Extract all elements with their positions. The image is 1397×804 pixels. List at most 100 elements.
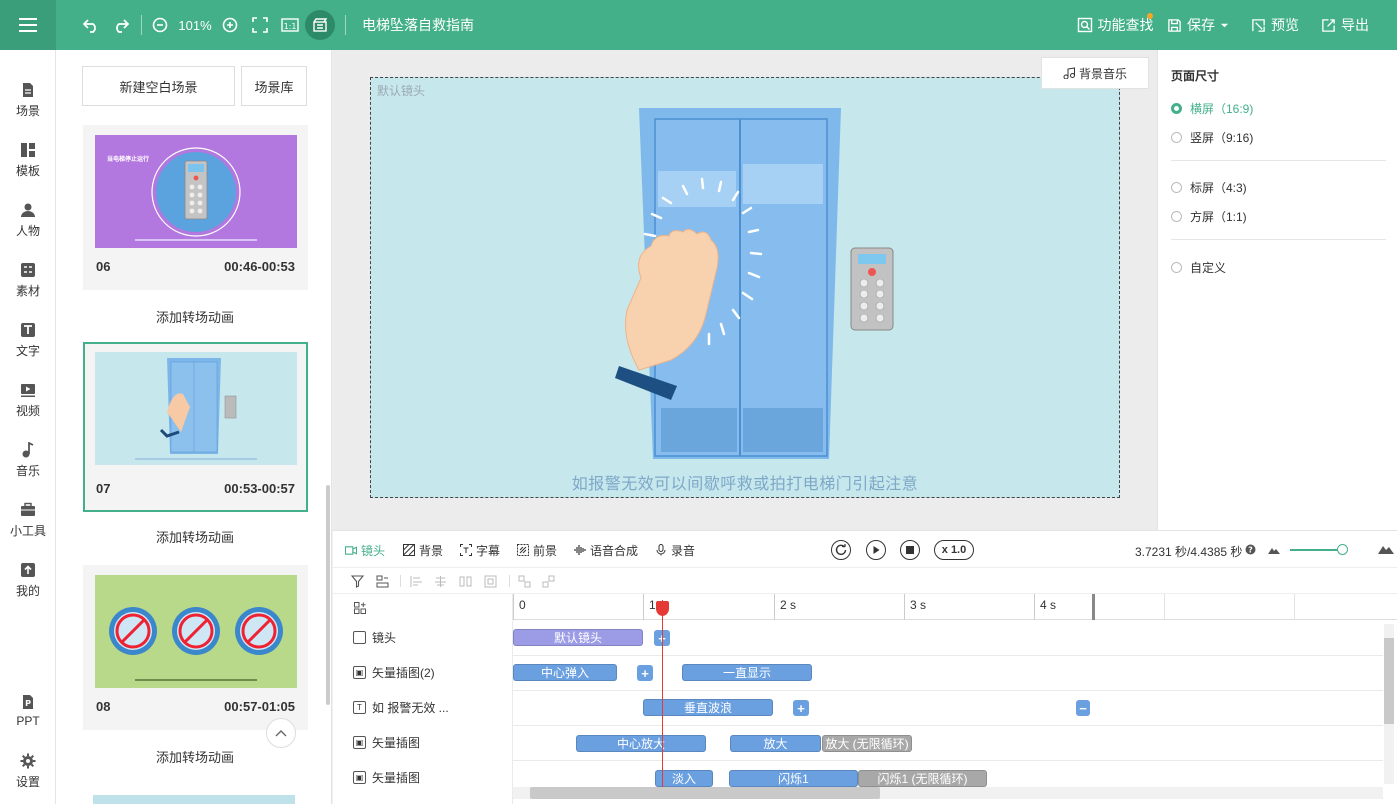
nav-music[interactable]: 音乐 <box>0 432 56 488</box>
tracks-grid-icon[interactable] <box>353 601 367 615</box>
timeline-horizontal-scrollbar[interactable] <box>530 787 880 799</box>
ruler-tick <box>513 594 514 620</box>
export-icon <box>1322 18 1335 32</box>
timeline-zoom-slider[interactable] <box>1290 549 1344 551</box>
elevator-scene-illustration <box>615 108 894 459</box>
tab-tts[interactable]: 语音合成 <box>574 531 638 569</box>
timeline-clip[interactable]: 闪烁1 <box>729 770 858 787</box>
function-search-button[interactable]: 功能查找 <box>1071 0 1159 50</box>
actual-size-button[interactable]: 1:1 <box>280 0 300 50</box>
nav-template[interactable]: 模板 <box>0 132 56 188</box>
nav-toolbox[interactable]: 小工具 <box>0 492 56 548</box>
scene-card-06[interactable]: 当电梯停止运行 06 00:46-00:53 <box>83 125 308 290</box>
person-icon <box>20 202 36 218</box>
track-label[interactable]: ▣ 矢量插图 <box>353 760 420 795</box>
radio-custom[interactable]: 自定义 <box>1171 259 1226 276</box>
background-music-button[interactable]: 背景音乐 <box>1041 57 1149 89</box>
track-label[interactable]: T 如 报警无效 ... <box>353 690 449 725</box>
background-icon <box>403 544 415 556</box>
stop-button[interactable] <box>900 540 920 560</box>
undo-button[interactable] <box>80 0 102 50</box>
camera-icon <box>345 544 357 556</box>
ruler-tick-label: 2 s <box>780 598 797 612</box>
add-clip-button[interactable]: + <box>637 665 653 681</box>
zoom-small-icon[interactable] <box>1268 545 1280 554</box>
nav-material[interactable]: 素材 <box>0 252 56 308</box>
help-icon[interactable]: ? <box>1245 544 1256 555</box>
nav-video[interactable]: 视频 <box>0 372 56 428</box>
track-label[interactable]: ▣ 矢量插图 <box>353 725 420 760</box>
timeline-clip-loop[interactable]: 放大 (无限循环) <box>822 735 912 752</box>
layers-icon[interactable] <box>375 574 389 588</box>
nav-mine[interactable]: 我的 <box>0 552 56 608</box>
play-button[interactable] <box>866 540 886 560</box>
playhead-handle[interactable] <box>656 601 669 616</box>
scene-card-08[interactable]: 08 00:57-01:05 <box>83 565 308 730</box>
video-icon <box>20 382 36 398</box>
nav-text[interactable]: 文字 <box>0 312 56 368</box>
track-label-text: 矢量插图 <box>372 771 421 785</box>
nav-ppt[interactable]: P PPT <box>0 683 56 739</box>
timeline-clip[interactable]: 放大 <box>730 735 821 752</box>
timeline-clip[interactable]: 淡入 <box>655 770 713 787</box>
tab-subtitle[interactable]: 字幕 <box>460 531 500 569</box>
scene-library-button[interactable]: 场景库 <box>241 66 307 106</box>
document-title[interactable]: 电梯坠落自救指南 <box>362 0 474 50</box>
zoom-in-button[interactable] <box>220 0 240 50</box>
subtitle-tool-button[interactable] <box>305 10 335 40</box>
radio-portrait[interactable]: 竖屏（9:16) <box>1171 129 1253 146</box>
distribute-icon <box>458 574 472 588</box>
timeline-vertical-scrollbar[interactable] <box>1384 638 1394 724</box>
nav-person[interactable]: 人物 <box>0 192 56 248</box>
radio-standard-label: 标屏（4:3) <box>1190 181 1247 195</box>
scroll-to-top-button[interactable] <box>266 718 296 748</box>
nav-settings[interactable]: 设置 <box>0 743 56 799</box>
save-button[interactable]: 保存 <box>1166 0 1230 50</box>
tab-background[interactable]: 背景 <box>403 531 443 569</box>
add-transition-link[interactable]: 添加转场动画 <box>84 527 306 546</box>
scene-card-07[interactable]: 07 00:53-00:57 <box>83 342 308 512</box>
track-label[interactable]: ▣ 矢量插图(2) <box>353 655 435 690</box>
timeline-clip[interactable]: 一直显示 <box>682 664 812 681</box>
next-scene-preview[interactable] <box>93 795 295 804</box>
remove-clip-button[interactable]: − <box>1076 700 1090 716</box>
add-transition-link[interactable]: 添加转场动画 <box>84 307 306 326</box>
new-blank-scene-button[interactable]: 新建空白场景 <box>82 66 235 106</box>
fullscreen-button[interactable] <box>250 0 270 50</box>
export-button[interactable]: 导出 <box>1320 0 1370 50</box>
tab-foreground[interactable]: 前景 <box>517 531 557 569</box>
replay-button[interactable] <box>831 540 851 560</box>
preview-button[interactable]: 预览 <box>1250 0 1300 50</box>
stage-canvas[interactable]: 默认镜头 如报警无效可以间歇呼救或拍打电梯门引起注意 <box>370 77 1120 498</box>
timeline-clip[interactable]: 默认镜头 <box>513 629 643 646</box>
filter-icon[interactable] <box>350 574 364 588</box>
timeline-clip-loop[interactable]: 闪烁1 (无限循环) <box>858 770 987 787</box>
tab-foreground-label: 前景 <box>533 543 558 558</box>
time-ruler[interactable]: 0 1 s 2 s 3 s 4 s <box>513 594 1397 620</box>
radio-dot <box>1171 262 1182 273</box>
zoom-in-icon <box>222 17 238 33</box>
timeline-clip[interactable]: 中心放大 <box>576 735 706 752</box>
radio-standard[interactable]: 标屏（4:3) <box>1171 179 1247 196</box>
zoom-large-icon[interactable] <box>1378 543 1394 554</box>
background-music-label: 背景音乐 <box>1078 66 1127 81</box>
track-label[interactable]: 镜头 <box>353 620 396 655</box>
redo-button[interactable] <box>110 0 132 50</box>
zoom-slider-knob[interactable] <box>1337 544 1348 555</box>
radio-landscape[interactable]: 横屏（16:9) <box>1171 100 1253 117</box>
add-transition-link[interactable]: 添加转场动画 <box>84 747 306 766</box>
timeline-clip[interactable]: 中心弹入 <box>513 664 617 681</box>
tab-camera[interactable]: 镜头 <box>345 531 385 569</box>
stage-subtitle-text[interactable]: 如报警无效可以间歇呼救或拍打电梯门引起注意 <box>371 470 1119 494</box>
speed-button[interactable]: x 1.0 <box>934 540 974 560</box>
duration-end-marker[interactable] <box>1092 594 1095 620</box>
canvas-area: 默认镜头 如报警无效可以间歇呼救或拍打电梯门引起注意 背景音乐 <box>333 50 1157 530</box>
radio-square[interactable]: 方屏（1:1) <box>1171 208 1247 225</box>
zoom-out-button[interactable] <box>150 0 170 50</box>
menu-button[interactable] <box>0 0 56 50</box>
tab-record[interactable]: 录音 <box>655 531 695 569</box>
add-clip-button[interactable]: + <box>793 700 809 716</box>
svg-text:?: ? <box>1248 546 1253 555</box>
scene-panel-scrollbar[interactable] <box>326 485 330 705</box>
nav-scene[interactable]: 场景 <box>0 72 56 128</box>
